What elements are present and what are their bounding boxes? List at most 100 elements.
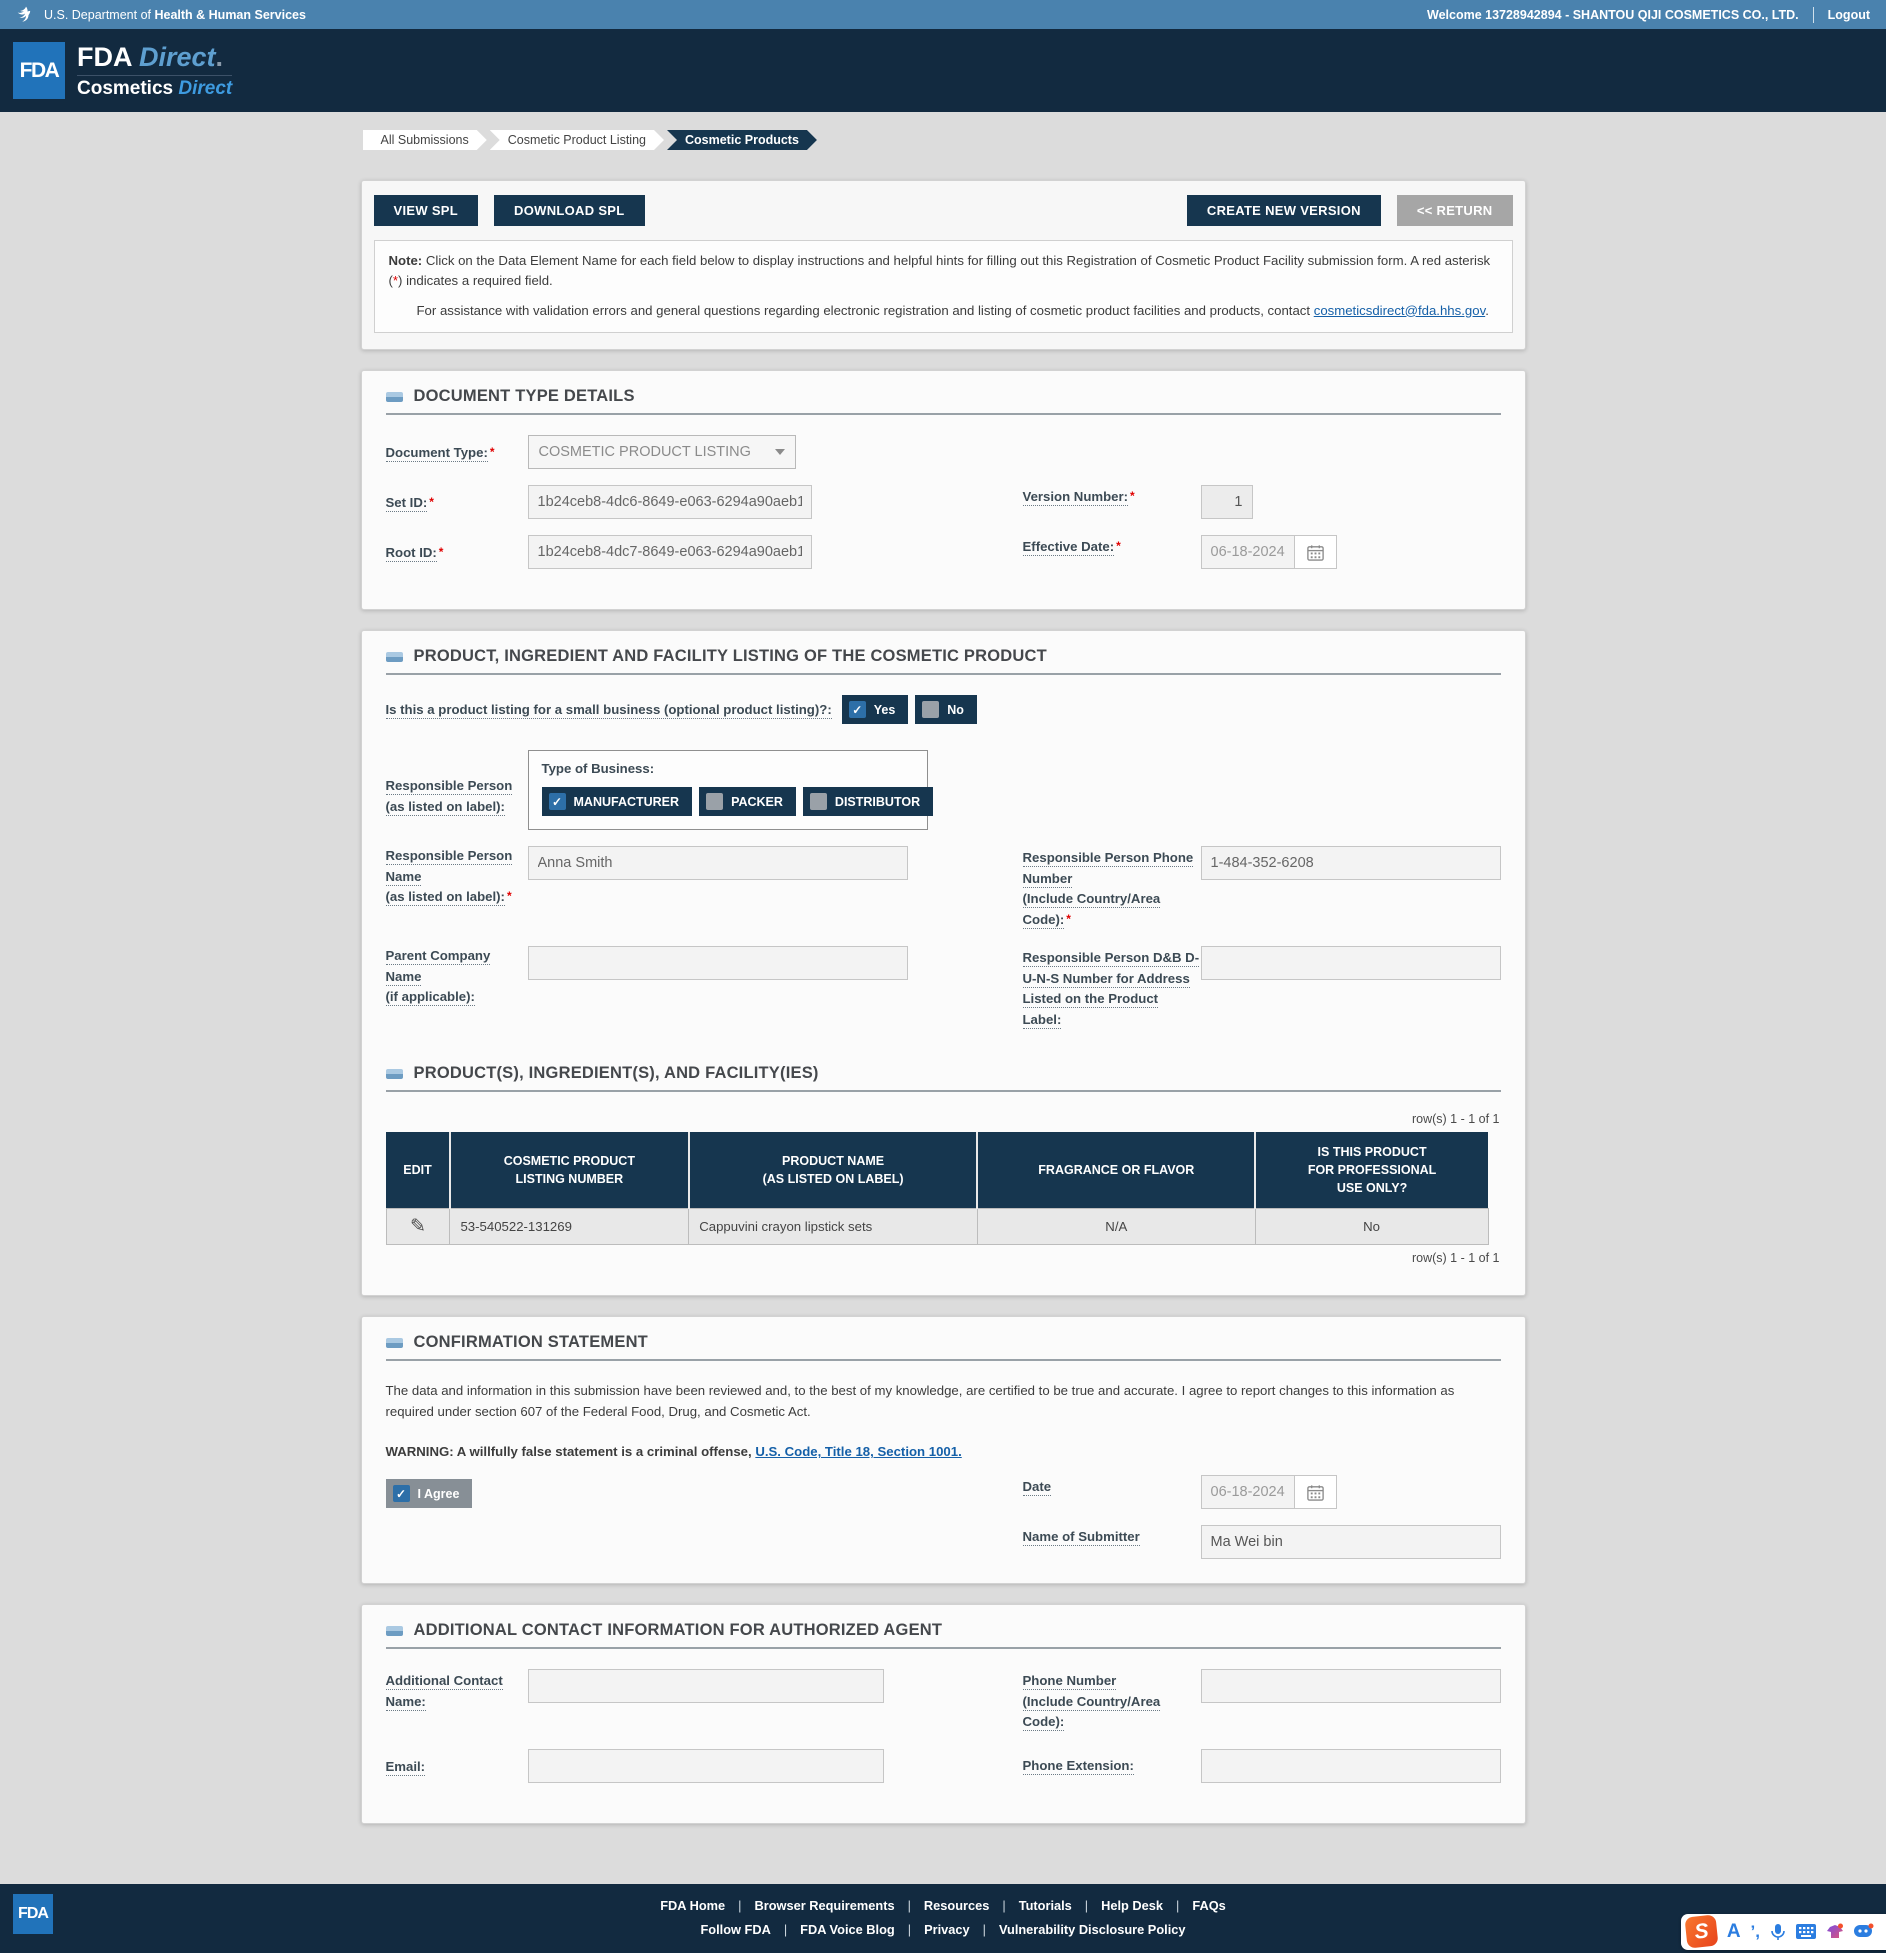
name-of-submitter-label: Name of Submitter: [1022, 1529, 1140, 1547]
packer-checkbox[interactable]: PACKER: [699, 787, 796, 817]
virtual-keyboard-icon[interactable]: [1796, 1924, 1816, 1940]
additional-contact-section: ADDITIONAL CONTACT INFORMATION FOR AUTHO…: [360, 1604, 1526, 1824]
checkbox-unchecked-icon: [706, 793, 724, 811]
breadcrumb: All Submissions Cosmetic Product Listing…: [363, 130, 1526, 150]
footer-links-row2: Follow FDA | FDA Voice Blog | Privacy | Vul…: [700, 1921, 1186, 1937]
responsible-person-phone-label: Responsible Person Phone Number (Include…: [1022, 850, 1194, 929]
topbar-divider: [1812, 6, 1814, 23]
effective-date-input[interactable]: [1200, 535, 1295, 570]
cell-fragrance: N/A: [976, 1208, 1256, 1246]
footer-link-follow-fda[interactable]: Follow FDA: [700, 1922, 770, 1937]
responsible-person-duns-label: Responsible Person D&B D-U-N-S Number fo…: [1022, 950, 1200, 1029]
ime-skin-icon[interactable]: [1826, 1923, 1844, 1940]
cell-professional-use: No: [1254, 1208, 1489, 1246]
checkbox-checked-icon: ✓: [392, 1485, 410, 1503]
sogou-ime-toolbar[interactable]: S A ’,: [1680, 1913, 1886, 1950]
note-box: Note: Click on the Data Element Name for…: [373, 240, 1513, 334]
name-of-submitter-input[interactable]: [1200, 1525, 1501, 1560]
fda-logo: FDA: [13, 42, 65, 99]
effective-date-label: Effective Date: *: [1022, 539, 1121, 557]
confirmation-statement-text: The data and information in this submiss…: [385, 1383, 1455, 1419]
table-row: ✎ 53-540522-131269 Cappuvini crayon lips…: [385, 1208, 1489, 1246]
phone-extension-input[interactable]: [1200, 1748, 1501, 1783]
root-id-label: Root ID: *: [385, 545, 444, 563]
agent-phone-label: Phone Number (Include Country/Area Code)…: [1022, 1673, 1161, 1732]
agent-phone-input[interactable]: [1200, 1669, 1501, 1704]
edit-pencil-icon[interactable]: ✎: [410, 1215, 426, 1238]
cell-product-name: Cappuvini crayon lipstick sets: [688, 1208, 978, 1246]
footer-link-browser-requirements[interactable]: Browser Requirements: [754, 1898, 894, 1913]
footer-link-faqs[interactable]: FAQs: [1192, 1898, 1225, 1913]
version-number-input[interactable]: [1200, 485, 1253, 520]
collapse-icon[interactable]: [385, 1068, 403, 1079]
government-topbar: U.S. Department of Health & Human Servic…: [0, 0, 1886, 29]
date-calendar-button[interactable]: [1294, 1475, 1337, 1510]
small-business-label: Is this a product listing for a small bu…: [385, 701, 832, 719]
download-spl-button[interactable]: DOWNLOAD SPL: [494, 195, 645, 226]
chevron-down-icon: [774, 449, 785, 456]
parent-company-name-input[interactable]: [527, 946, 908, 981]
small-business-no-checkbox[interactable]: No: [915, 695, 977, 725]
col-fragrance: FRAGRANCE OR FLAVOR: [977, 1132, 1257, 1209]
breadcrumb-cosmetic-product-listing[interactable]: Cosmetic Product Listing: [490, 130, 664, 150]
ime-chat-icon[interactable]: [1854, 1923, 1874, 1940]
contact-email-link[interactable]: cosmeticsdirect@fda.hhs.gov: [1314, 303, 1485, 318]
parent-company-name-label: Parent Company Name (if applicable):: [385, 948, 491, 1007]
footer: FDA FDA Home | Browser Requirements | Reso…: [0, 1883, 1886, 1953]
footer-fda-logo: FDA: [13, 1893, 53, 1934]
logout-link[interactable]: Logout: [1828, 8, 1870, 22]
distributor-checkbox[interactable]: DISTRIBUTOR: [802, 787, 934, 817]
hhs-eagle-icon: [16, 5, 36, 25]
create-new-version-button[interactable]: CREATE NEW VERSION: [1186, 195, 1381, 226]
additional-contact-name-label: Additional Contact Name:: [385, 1673, 503, 1711]
date-label: Date: [1022, 1479, 1052, 1497]
col-edit: EDIT: [386, 1132, 451, 1209]
responsible-person-duns-input[interactable]: [1200, 946, 1501, 981]
footer-link-privacy[interactable]: Privacy: [924, 1922, 970, 1937]
return-button[interactable]: << RETURN: [1396, 195, 1513, 226]
type-of-business-fieldset: Type of Business: ✓ MANUFACTURER PACKER D…: [527, 750, 934, 831]
app-header: FDA FDA Direct. Cosmetics Direct: [0, 29, 1886, 112]
additional-contact-name-input[interactable]: [527, 1669, 884, 1704]
note-text: Note: Click on the Data Element Name for…: [388, 253, 1491, 288]
sogou-logo-icon[interactable]: S: [1684, 1914, 1719, 1949]
set-id-label: Set ID: *: [385, 495, 434, 513]
us-code-link[interactable]: U.S. Code, Title 18, Section 1001.: [755, 1444, 961, 1459]
responsible-person-phone-input[interactable]: [1200, 846, 1501, 881]
root-id-input[interactable]: [527, 535, 812, 570]
responsible-person-name-input[interactable]: [527, 846, 908, 881]
footer-link-help-desk[interactable]: Help Desk: [1101, 1898, 1163, 1913]
ime-punctuation-icon[interactable]: ’,: [1751, 1922, 1760, 1942]
brand-fda-direct: FDA Direct.: [77, 42, 233, 76]
footer-link-fda-home[interactable]: FDA Home: [660, 1898, 725, 1913]
view-spl-button[interactable]: VIEW SPL: [373, 195, 479, 226]
microphone-icon[interactable]: [1770, 1923, 1786, 1941]
breadcrumb-all-submissions[interactable]: All Submissions: [363, 130, 487, 150]
collapse-icon[interactable]: [385, 1625, 403, 1636]
footer-link-fda-voice-blog[interactable]: FDA Voice Blog: [800, 1922, 895, 1937]
checkbox-checked-icon: ✓: [548, 793, 566, 811]
version-number-label: Version Number: *: [1022, 489, 1135, 507]
set-id-input[interactable]: [527, 485, 812, 520]
document-type-select[interactable]: COSMETIC PRODUCT LISTING: [527, 435, 796, 470]
welcome-text: Welcome 13728942894 - SHANTOU QIJI COSME…: [1427, 7, 1799, 22]
effective-date-calendar-button[interactable]: [1294, 535, 1337, 570]
ime-language-icon[interactable]: A: [1727, 1921, 1741, 1943]
checkbox-checked-icon: ✓: [848, 701, 866, 719]
manufacturer-checkbox[interactable]: ✓ MANUFACTURER: [541, 787, 693, 817]
footer-link-tutorials[interactable]: Tutorials: [1019, 1898, 1072, 1913]
responsible-person-label: Responsible Person (as listed on label):: [385, 778, 513, 816]
footer-links-row1: FDA Home | Browser Requirements | Resource…: [660, 1897, 1226, 1913]
small-business-yes-checkbox[interactable]: ✓ Yes: [841, 695, 909, 725]
table-rowcount-bottom: row(s) 1 - 1 of 1: [1411, 1251, 1500, 1266]
date-input[interactable]: [1200, 1475, 1295, 1510]
collapse-icon[interactable]: [385, 1337, 403, 1348]
collapse-icon[interactable]: [385, 651, 403, 662]
footer-link-vulnerability-disclosure[interactable]: Vulnerability Disclosure Policy: [999, 1922, 1186, 1937]
footer-link-resources[interactable]: Resources: [924, 1898, 989, 1913]
breadcrumb-cosmetic-products[interactable]: Cosmetic Products: [667, 130, 817, 150]
collapse-icon[interactable]: [385, 391, 403, 402]
email-input[interactable]: [527, 1748, 884, 1783]
calendar-icon: [1306, 545, 1324, 561]
additional-contact-heading: ADDITIONAL CONTACT INFORMATION FOR AUTHO…: [385, 1621, 1501, 1650]
